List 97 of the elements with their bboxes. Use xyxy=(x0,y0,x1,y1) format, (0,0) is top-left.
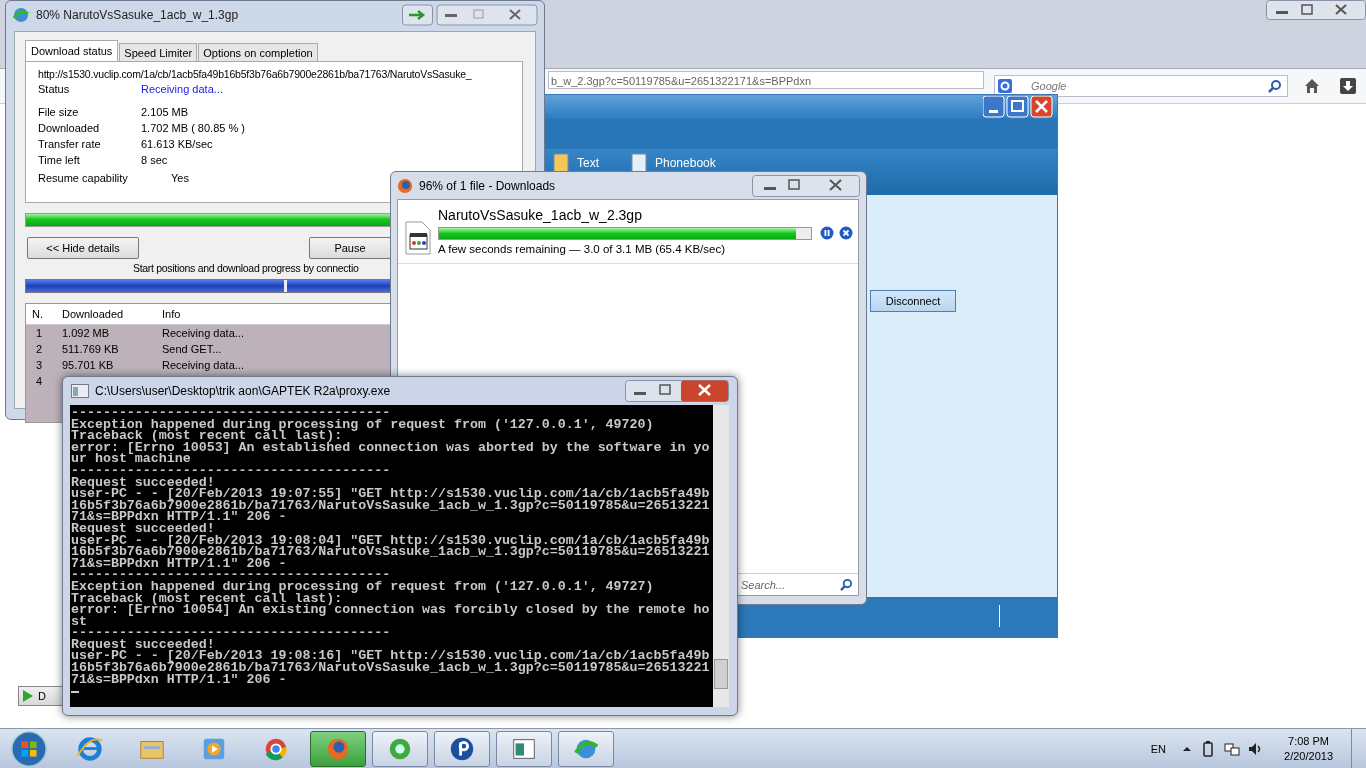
window-controls[interactable] xyxy=(625,380,729,402)
console-icon xyxy=(71,384,89,398)
table-cell: Receiving data... xyxy=(162,327,244,339)
scrollbar[interactable] xyxy=(713,405,729,707)
table-cell-text: 511.769 KB xyxy=(61,343,120,355)
field-label: Resume capability xyxy=(38,172,129,184)
column-header: Downloaded xyxy=(61,308,125,320)
table-cell: Send GET... xyxy=(162,343,222,355)
toolbar-label[interactable]: Phonebook xyxy=(655,156,716,170)
search-icon[interactable] xyxy=(1268,79,1282,93)
clock[interactable]: 7:08 PM 2/20/2013 xyxy=(1284,733,1333,764)
table-cell-text: 1.092 MB xyxy=(61,327,111,339)
console-line: Traceback (most recent call last): xyxy=(71,430,343,442)
console-line: 16b5f3b76a6b7900e2861b/ba71763/NarutoVsSasuke_1acb_w_1.3gp?c=50119785&u=26513221 xyxy=(71,546,711,558)
console-line: ---------------------------------------- xyxy=(71,627,392,639)
field-value: 61.613 KB/sec xyxy=(141,138,213,150)
table-cell-text: 1 xyxy=(35,327,44,339)
table-cell-text: 2 xyxy=(35,343,44,355)
text-cursor xyxy=(71,691,79,694)
file-name: NarutoVsSasuke_1acb_w_2.3gp xyxy=(438,207,643,223)
taskbar-button[interactable] xyxy=(310,730,366,767)
console-line: 71&s=BPPdxn HTTP/1.1" 206 - xyxy=(71,673,287,686)
column-header: N. xyxy=(31,308,44,320)
console-line: user-PC - - [20/Feb/2013 19:08:04] "GET http://s1530.vuclip.com/1a/cb/1acb5fa49b xyxy=(71,534,711,547)
time: 7:08 PM xyxy=(1288,733,1329,749)
download-url: http://s1530.vuclip.com/1a/cb/1acb5fa49b16b5f3b76a6b7900e2861b/ba71763/NarutoVsSasuke_ xyxy=(38,68,473,80)
window-title: C:\Users\user\Desktop\trik aon\GAPTEK R2a\proxy.exe xyxy=(95,384,392,398)
console-line: ur host machine xyxy=(71,453,191,465)
toolbar-label[interactable]: Text xyxy=(577,156,599,170)
search-field[interactable]: Google xyxy=(994,75,1288,97)
hide-details-button[interactable]: << Hide details xyxy=(27,237,139,259)
start-button[interactable] xyxy=(10,729,48,768)
console-line: user-PC - - [20/Feb/2013 19:08:16] "GET http://s1530.vuclip.com/1a/cb/1acb5fa49b xyxy=(71,650,711,663)
tab[interactable]: Speed Limiter xyxy=(119,43,198,61)
pause-button[interactable]: Pause xyxy=(309,237,391,259)
browser-e-icon xyxy=(76,734,104,763)
console-line: Exception happened during processing of request from ('127.0.0.1', 49727) xyxy=(71,580,655,593)
caption: Start positions and download progress by connectio xyxy=(133,262,360,276)
language-indicator[interactable]: EN xyxy=(1150,742,1167,755)
console-line: user-PC - - [20/Feb/2013 19:07:55] "GET http://s1530.vuclip.com/1a/cb/1acb5fa49b xyxy=(71,488,711,500)
download-icon[interactable] xyxy=(1340,78,1356,94)
console-line: 71&s=BPPdxn HTTP/1.1" 206 - xyxy=(71,511,287,523)
console-line: Traceback (most recent call last): xyxy=(71,592,343,605)
console-line: error: [Errno 10054] An existing connection was forcibly closed by the remote ho xyxy=(71,604,711,616)
console-line: ---------------------------------------- xyxy=(71,464,392,477)
field-value: 8 sec xyxy=(141,154,168,166)
column-header: Info xyxy=(162,308,181,320)
document-icon[interactable] xyxy=(551,153,571,173)
window-controls[interactable] xyxy=(983,96,1053,118)
taskbar-button[interactable] xyxy=(434,730,490,767)
console-line: Exception happened during processing of request from ('127.0.0.1', 49720) xyxy=(71,418,655,431)
console-line: 16b5f3b76a6b7900e2861b/ba71763/NarutoVsSasuke_1acb_w_1.3gp?c=50119785&u=26513221 xyxy=(71,662,711,674)
console-line: Request succeeded! xyxy=(71,522,215,535)
table-cell: Receiving data... xyxy=(162,359,244,371)
field-label: Time left xyxy=(38,154,81,166)
table-cell-text: 3 xyxy=(35,359,44,371)
address-field[interactable]: b_w_2.3gp?c=50119785&u=2651322171&s=BPPdxn xyxy=(548,71,984,89)
window-controls[interactable] xyxy=(402,3,538,27)
console-line: Request succeeded! xyxy=(71,476,215,489)
window-controls[interactable] xyxy=(1266,0,1366,20)
console-line: ---------------------------------------- xyxy=(71,407,391,419)
search-engine-icon[interactable] xyxy=(998,79,1012,93)
search-icon[interactable] xyxy=(840,578,853,591)
field-label: Downloaded xyxy=(38,122,101,134)
tab[interactable]: Options on completion xyxy=(198,43,318,61)
field-label: Status xyxy=(38,83,71,95)
console-line: Request succeeded! xyxy=(71,638,215,651)
notebook-icon[interactable] xyxy=(629,153,649,173)
console-line: st xyxy=(71,615,88,628)
status-value: Receiving data... xyxy=(141,83,223,95)
field-label: File size xyxy=(38,106,80,118)
console-line: 71&s=BPPdxn HTTP/1.1" 206 - xyxy=(71,557,287,570)
play-icon xyxy=(22,690,34,702)
disconnect-button[interactable]: Disconnect xyxy=(870,290,956,312)
date: 2/20/2013 xyxy=(1284,748,1333,764)
console-line: error: [Errno 10053] An established connection was aborted by the software in yo xyxy=(71,441,711,454)
field-value: 2.105 MB xyxy=(141,106,189,118)
home-icon[interactable] xyxy=(1304,78,1320,94)
video-file-icon xyxy=(402,221,432,255)
pause-icon[interactable] xyxy=(820,226,834,240)
field-value: 1.702 MB ( 80.85 % ) xyxy=(141,122,245,134)
window-title: 96% of 1 file - Downloads xyxy=(419,178,557,193)
firefox-icon xyxy=(397,177,413,194)
table-cell-text: 4 xyxy=(35,375,44,387)
table-cell-text: 95.701 KB xyxy=(61,359,115,371)
window-title: 80% NarutoVsSasuke_1acb_w_1.3gp xyxy=(36,8,240,22)
taskbar-button[interactable] xyxy=(496,730,552,767)
console-line: 16b5f3b76a6b7900e2861b/ba71763/NarutoVsSasuke_1acb_w_1.3gp?c=50119785&u=26513221 xyxy=(71,499,711,512)
globe-icon xyxy=(12,6,30,24)
window-controls[interactable] xyxy=(752,174,860,197)
download-status: A few seconds remaining — 3.0 of 3.1 MB (65.4 KB/sec) xyxy=(438,243,726,255)
field-value: Yes xyxy=(171,172,189,184)
cancel-icon[interactable] xyxy=(839,226,853,240)
console-line: ---------------------------------------- xyxy=(71,569,391,581)
field-label: Transfer rate xyxy=(38,138,102,150)
network-icon[interactable] xyxy=(1224,740,1241,757)
tab[interactable]: Download status xyxy=(25,40,119,61)
